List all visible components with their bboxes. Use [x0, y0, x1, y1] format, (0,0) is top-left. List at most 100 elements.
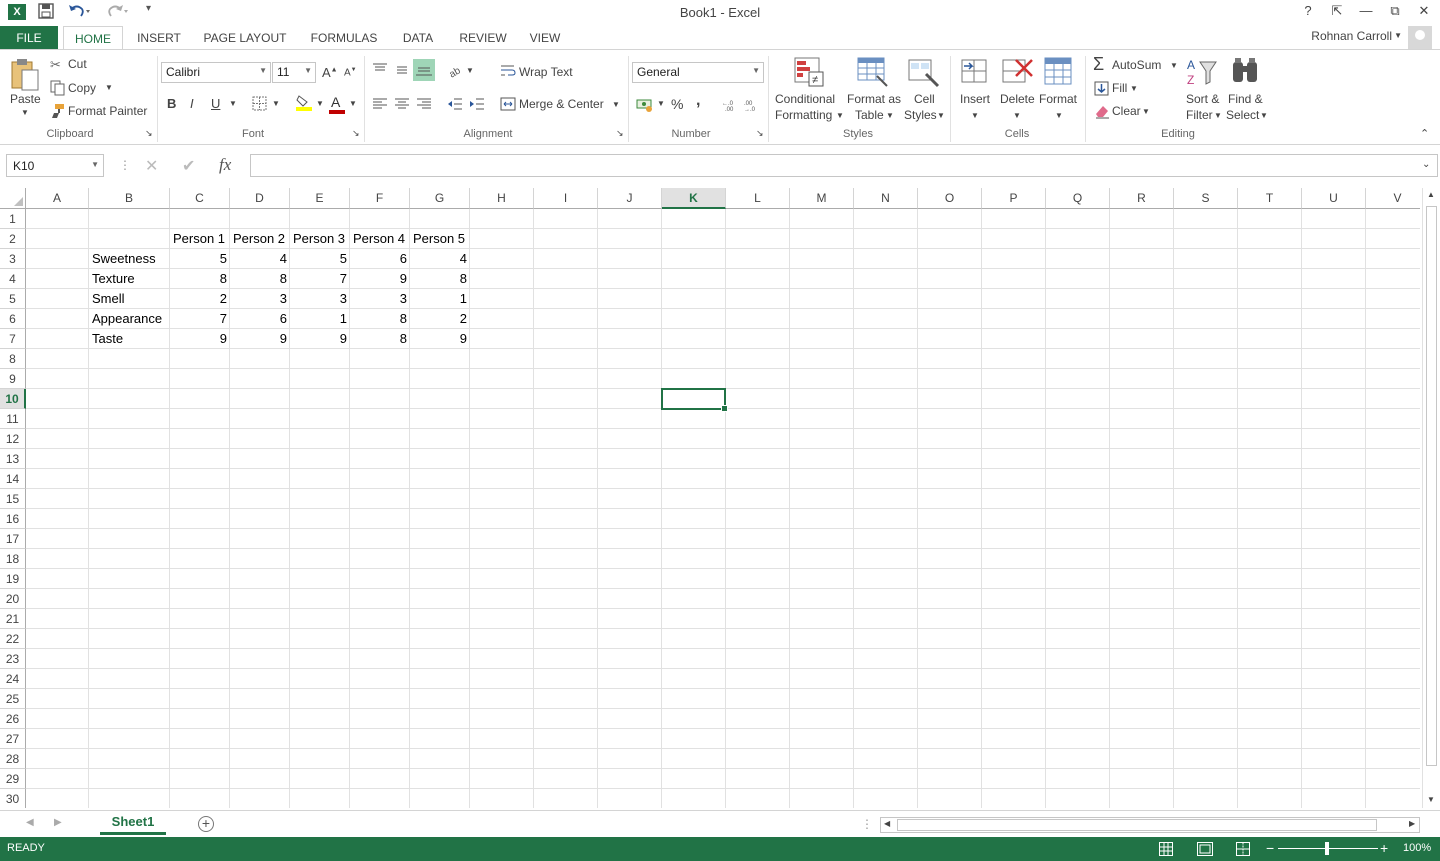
restore-icon[interactable]: ⧉	[1384, 3, 1406, 21]
table-header-cell[interactable]: Person 5	[410, 229, 470, 249]
zoom-level[interactable]: 100%	[1403, 842, 1431, 854]
orientation-icon[interactable]: ab	[447, 62, 463, 80]
format-cells-button[interactable]: Format	[1039, 92, 1077, 106]
next-sheet-icon[interactable]: ▶	[54, 817, 62, 828]
cell-styles-icon[interactable]	[908, 56, 940, 88]
value-cell[interactable]: 4	[410, 249, 470, 269]
value-cell[interactable]: 4	[230, 249, 290, 269]
value-cell[interactable]: 9	[170, 329, 230, 349]
column-header[interactable]: F	[350, 188, 410, 209]
row-label-cell[interactable]: Sweetness	[89, 249, 170, 269]
tab-split-grip-icon[interactable]: ⋮	[861, 817, 873, 831]
row-header[interactable]: 8	[0, 349, 26, 369]
fill-color-dropdown-icon[interactable]: ▼	[316, 99, 324, 108]
tab-view[interactable]: VIEW	[522, 26, 568, 50]
grow-font-icon[interactable]: A▲	[322, 65, 338, 80]
fill-color-icon[interactable]	[295, 94, 312, 111]
insert-function-button[interactable]: fx	[219, 155, 231, 175]
column-header[interactable]: H	[470, 188, 534, 209]
column-header[interactable]: N	[854, 188, 918, 209]
align-right-icon[interactable]	[416, 96, 432, 112]
column-header[interactable]: O	[918, 188, 982, 209]
row-header[interactable]: 3	[0, 249, 26, 269]
underline-dropdown-icon[interactable]: ▼	[229, 99, 237, 108]
format-as-table-dropdown-icon[interactable]: ▼	[886, 111, 894, 120]
row-header[interactable]: 7	[0, 329, 26, 349]
column-header[interactable]: B	[89, 188, 170, 209]
sort-filter-label-2[interactable]: Filter	[1186, 108, 1213, 122]
value-cell[interactable]: 8	[410, 269, 470, 289]
copy-button[interactable]: Copy	[68, 81, 96, 95]
percent-style-button[interactable]: %	[671, 96, 683, 112]
align-center-icon[interactable]	[394, 96, 410, 112]
sort-filter-icon[interactable]: AZ	[1186, 56, 1218, 88]
align-left-icon[interactable]	[372, 96, 388, 112]
decrease-indent-icon[interactable]	[447, 96, 463, 112]
copy-icon[interactable]	[50, 80, 66, 96]
insert-cells-button[interactable]: Insert	[960, 92, 990, 106]
value-cell[interactable]: 2	[170, 289, 230, 309]
user-name[interactable]: Rohnan Carroll	[1311, 29, 1392, 43]
format-as-table-label-1[interactable]: Format as	[847, 92, 901, 106]
row-label-cell[interactable]: Texture	[89, 269, 170, 289]
row-header[interactable]: 16	[0, 509, 26, 529]
horizontal-scrollbar[interactable]: ◀ ▶	[880, 817, 1420, 833]
page-layout-view-icon[interactable]	[1197, 842, 1213, 859]
row-header[interactable]: 15	[0, 489, 26, 509]
row-header[interactable]: 5	[0, 289, 26, 309]
value-cell[interactable]: 6	[350, 249, 410, 269]
cancel-icon[interactable]: ✕	[145, 156, 158, 176]
number-format-select[interactable]: General ▼	[632, 62, 764, 83]
selected-cell[interactable]	[661, 388, 728, 412]
row-header[interactable]: 9	[0, 369, 26, 389]
clipboard-launcher-icon[interactable]: ↘	[145, 128, 153, 139]
value-cell[interactable]: 9	[350, 269, 410, 289]
insert-cells-icon[interactable]	[960, 56, 990, 88]
conditional-formatting-label-2[interactable]: Formatting	[775, 108, 832, 122]
ribbon-display-options-icon[interactable]: ⇱	[1326, 3, 1348, 21]
row-header[interactable]: 25	[0, 689, 26, 709]
value-cell[interactable]: 7	[170, 309, 230, 329]
row-header[interactable]: 24	[0, 669, 26, 689]
row-label-cell[interactable]: Taste	[89, 329, 170, 349]
clear-icon[interactable]	[1094, 103, 1110, 119]
scroll-up-icon[interactable]: ▲	[1427, 190, 1435, 199]
row-header[interactable]: 4	[0, 269, 26, 289]
merge-center-button[interactable]: Merge & Center	[519, 97, 604, 111]
paste-button[interactable]: Paste	[10, 92, 41, 106]
borders-icon[interactable]	[252, 96, 268, 112]
table-header-cell[interactable]: Person 4	[350, 229, 410, 249]
value-cell[interactable]: 1	[410, 289, 470, 309]
autosum-button[interactable]: AutoSum	[1112, 58, 1161, 72]
horizontal-scroll-thumb[interactable]	[897, 819, 1377, 831]
value-cell[interactable]: 1	[290, 309, 350, 329]
prev-sheet-icon[interactable]: ◀	[26, 817, 34, 828]
vertical-scrollbar[interactable]: ▲ ▼	[1422, 188, 1440, 808]
name-box[interactable]: K10 ▼	[6, 154, 104, 177]
page-break-view-icon[interactable]	[1236, 842, 1250, 859]
value-cell[interactable]: 9	[410, 329, 470, 349]
find-select-label-2[interactable]: Select	[1226, 108, 1259, 122]
sort-filter-label-1[interactable]: Sort &	[1186, 92, 1219, 106]
column-header[interactable]: S	[1174, 188, 1238, 209]
tab-review[interactable]: REVIEW	[452, 26, 514, 50]
column-header[interactable]: K	[662, 188, 726, 209]
font-launcher-icon[interactable]: ↘	[352, 128, 360, 139]
row-label-cell[interactable]: Smell	[89, 289, 170, 309]
increase-decimal-icon[interactable]: ←.0.00	[722, 96, 738, 113]
bottom-align-icon[interactable]	[413, 59, 435, 81]
enter-icon[interactable]: ✔	[182, 156, 195, 176]
formula-input[interactable]	[250, 154, 1438, 177]
row-header[interactable]: 19	[0, 569, 26, 589]
table-header-cell[interactable]: Person 2	[230, 229, 290, 249]
column-header[interactable]: C	[170, 188, 230, 209]
row-label-cell[interactable]: Appearance	[89, 309, 170, 329]
conditional-formatting-icon[interactable]: ≠	[794, 56, 826, 88]
paste-dropdown-icon[interactable]: ▼	[21, 108, 29, 117]
number-launcher-icon[interactable]: ↘	[756, 128, 764, 139]
cut-button[interactable]: Cut	[68, 57, 87, 71]
value-cell[interactable]: 8	[350, 309, 410, 329]
row-header[interactable]: 30	[0, 789, 26, 808]
sheet-tab-sheet1[interactable]: Sheet1	[100, 811, 166, 835]
column-header[interactable]: I	[534, 188, 598, 209]
